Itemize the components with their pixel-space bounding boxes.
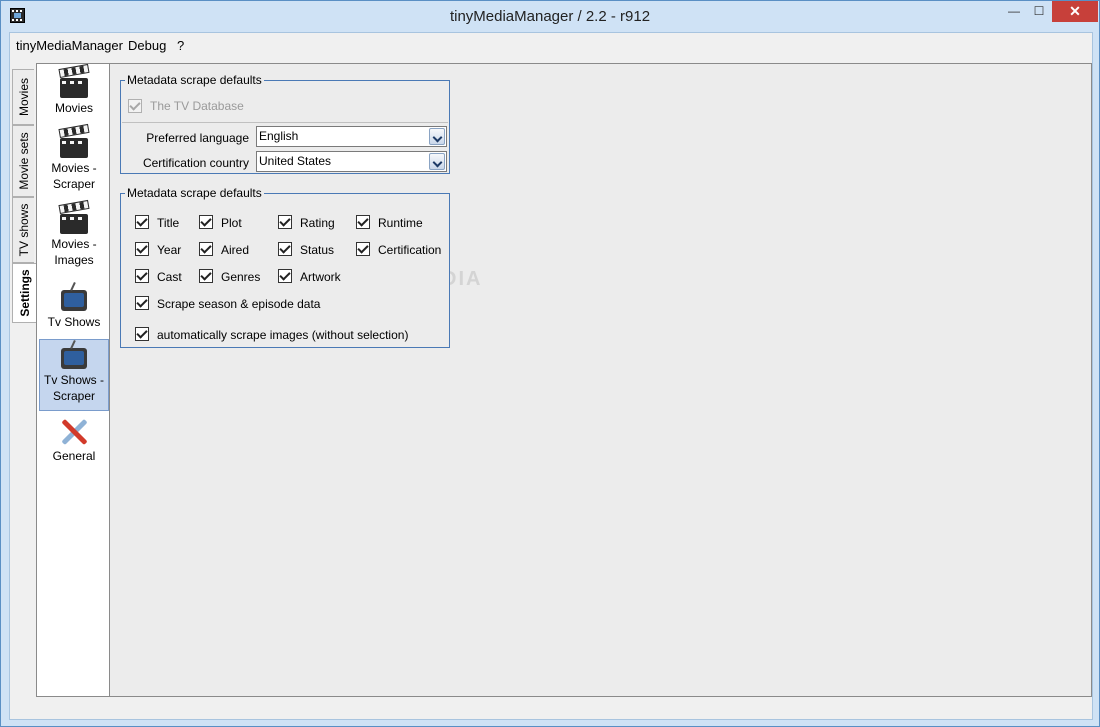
- year-checkbox[interactable]: [135, 242, 149, 256]
- season-episode-checkbox[interactable]: [135, 296, 149, 310]
- tab-settings-label: Settings: [17, 269, 32, 317]
- genres-checkbox[interactable]: [199, 269, 213, 283]
- tab-tv-shows-label: TV shows: [16, 203, 31, 257]
- nav-item-general[interactable]: General: [39, 416, 109, 472]
- group-legend: Metadata scrape defaults: [125, 73, 264, 87]
- title-label: Title: [157, 216, 180, 230]
- tvdb-checkbox[interactable]: [128, 99, 142, 113]
- plot-label: Plot: [221, 216, 242, 230]
- client-area: tinyMediaManager Debug ? Movies Movie se…: [9, 32, 1093, 720]
- certification-country-value: United States: [259, 154, 332, 168]
- nav-label: Movies -: [51, 161, 97, 175]
- maximize-button[interactable]: ☐: [1026, 1, 1052, 22]
- nav-item-movies-scraper[interactable]: Movies - Scraper: [39, 128, 109, 196]
- tab-tv-shows[interactable]: TV shows: [12, 197, 34, 263]
- menu-debug[interactable]: Debug: [128, 38, 166, 53]
- tab-movies-label: Movies: [16, 77, 31, 117]
- divider: [122, 122, 448, 123]
- menu-bar: tinyMediaManager Debug ?: [10, 33, 1092, 57]
- nav-label: Tv Shows -: [43, 373, 104, 387]
- field-defaults-group: Metadata scrape defaults Title Plot Rati…: [120, 186, 450, 348]
- season-episode-label: Scrape season & episode data: [157, 297, 321, 311]
- nav-label: Movies -: [51, 237, 97, 251]
- preferred-language-value: English: [259, 129, 299, 143]
- minimize-button[interactable]: —: [1001, 1, 1027, 22]
- chevron-down-icon[interactable]: [429, 153, 445, 170]
- preferred-language-label: Preferred language: [146, 131, 249, 145]
- runtime-checkbox[interactable]: [356, 215, 370, 229]
- nav-label: Images: [54, 253, 94, 267]
- status-checkbox[interactable]: [278, 242, 292, 256]
- nav-item-movies-images[interactable]: Movies - Images: [39, 204, 109, 272]
- cast-label: Cast: [157, 270, 182, 284]
- artwork-label: Artwork: [300, 270, 341, 284]
- chevron-down-icon[interactable]: [429, 128, 445, 145]
- aired-label: Aired: [221, 243, 250, 257]
- nav-label: Movies: [54, 101, 93, 115]
- nav-item-movies[interactable]: Movies: [39, 68, 109, 124]
- nav-label: General: [52, 449, 96, 463]
- app-window: tinyMediaManager / 2.2 - r912 — ☐ ✕ tiny…: [0, 0, 1100, 727]
- rating-label: Rating: [300, 216, 335, 230]
- main-tabs: Movies Movie sets TV shows Settings: [12, 69, 36, 329]
- nav-label: Scraper: [52, 389, 96, 403]
- tab-movies[interactable]: Movies: [12, 69, 34, 125]
- tv-icon: [58, 282, 90, 314]
- settings-nav-list: Movies Movies - Scraper Movies - Images …: [36, 63, 110, 697]
- aired-checkbox[interactable]: [199, 242, 213, 256]
- settings-content-panel: SOFTPEDIA Metadata scrape defaults The T…: [110, 63, 1092, 697]
- rating-checkbox[interactable]: [278, 215, 292, 229]
- runtime-label: Runtime: [378, 216, 423, 230]
- year-label: Year: [157, 243, 182, 257]
- menu-help[interactable]: ?: [177, 38, 184, 53]
- window-title: tinyMediaManager / 2.2 - r912: [449, 8, 651, 25]
- tv-icon: [58, 340, 90, 372]
- certification-country-label: Certification country: [142, 156, 249, 170]
- clapperboard-icon: [58, 204, 90, 236]
- certification-country-select[interactable]: United States: [256, 151, 447, 172]
- title-checkbox[interactable]: [135, 215, 149, 229]
- nav-item-tv-shows[interactable]: Tv Shows: [39, 282, 109, 334]
- close-button[interactable]: ✕: [1052, 1, 1098, 22]
- auto-images-label: automatically scrape images (without sel…: [157, 328, 409, 342]
- cast-checkbox[interactable]: [135, 269, 149, 283]
- certification-checkbox[interactable]: [356, 242, 370, 256]
- plot-checkbox[interactable]: [199, 215, 213, 229]
- certification-label: Certification: [378, 243, 442, 257]
- title-bar[interactable]: tinyMediaManager / 2.2 - r912 — ☐ ✕: [1, 1, 1099, 32]
- artwork-checkbox[interactable]: [278, 269, 292, 283]
- scraper-defaults-group: Metadata scrape defaults The TV Database…: [120, 73, 450, 174]
- preferred-language-select[interactable]: English: [256, 126, 447, 147]
- nav-item-tv-shows-scraper[interactable]: Tv Shows - Scraper: [39, 339, 109, 411]
- tab-movie-sets[interactable]: Movie sets: [12, 125, 34, 197]
- nav-label: Tv Shows: [47, 315, 101, 329]
- menu-tinymediamanager[interactable]: tinyMediaManager: [16, 38, 123, 53]
- genres-label: Genres: [221, 270, 261, 284]
- status-label: Status: [300, 243, 335, 257]
- nav-label: Scraper: [52, 177, 96, 191]
- tvdb-label: The TV Database: [150, 99, 244, 113]
- clapperboard-icon: [58, 128, 90, 160]
- tools-icon: [58, 416, 90, 448]
- group-legend: Metadata scrape defaults: [125, 186, 264, 200]
- tab-settings[interactable]: Settings: [12, 263, 36, 323]
- tab-movie-sets-label: Movie sets: [16, 132, 31, 190]
- auto-images-checkbox[interactable]: [135, 327, 149, 341]
- clapperboard-icon: [58, 68, 90, 100]
